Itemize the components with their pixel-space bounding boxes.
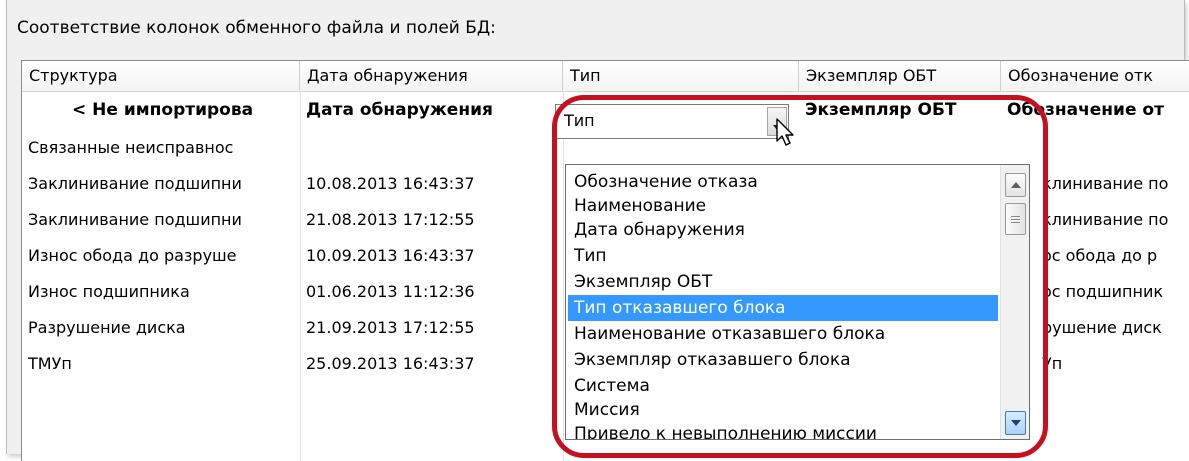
cell-failure-code: рушение диск [1042, 318, 1162, 337]
cell-structure: Износ подшипника [28, 282, 190, 301]
cell-failure-code: Уп [1042, 354, 1063, 373]
column-header-failure-code[interactable]: Обозначение отк [1001, 61, 1189, 91]
cell-failure-code: клинивание по [1042, 174, 1169, 193]
cell-detection-date [300, 130, 563, 166]
highlight-annotation [552, 95, 1048, 458]
mapping-caption: Соответствие колонок обменного файла и п… [17, 18, 496, 38]
cell-failure-code: клинивание по [1042, 210, 1169, 229]
column-header-structure[interactable]: Структура [22, 61, 300, 91]
cell-detection-date: 21.09.2013 17:12:55 [306, 318, 475, 337]
cell-structure: ТМУп [28, 354, 72, 373]
import-settings-panel: Соответствие колонок обменного файла и п… [6, 0, 1189, 461]
cell-failure-code: ос обода до р [1042, 246, 1158, 265]
cell-failure-code: ос подшипник [1042, 282, 1164, 301]
cell-detection-date: 10.08.2013 16:43:37 [306, 174, 475, 193]
cell-structure: Заклинивание подшипни [28, 210, 242, 229]
cell-detection-date: 25.09.2013 16:43:37 [306, 354, 475, 373]
cell-structure: Связанные неисправнос [28, 138, 234, 157]
cell-structure: Износ обода до разруше [28, 246, 237, 265]
column-header-type[interactable]: Тип [563, 61, 799, 91]
cell-detection-date: 01.06.2013 11:12:36 [306, 282, 475, 301]
cell-failure-code [1042, 130, 1189, 166]
cell-detection-date: 10.09.2013 16:43:37 [306, 246, 475, 265]
cell-structure: Заклинивание подшипни [28, 174, 242, 193]
cell-structure: Разрушение диска [28, 318, 186, 337]
grid-header: Структура Дата обнаружения Тип Экземпляр… [22, 61, 1189, 92]
column-header-instance[interactable]: Экземпляр ОБТ [799, 61, 1001, 91]
column-header-detection-date[interactable]: Дата обнаружения [300, 61, 563, 91]
cell-detection-date: 21.08.2013 17:12:55 [306, 210, 475, 229]
mapping-structure[interactable]: < Не импортирова [22, 92, 300, 128]
mapping-detection-date[interactable]: Дата обнаружения [300, 92, 563, 128]
